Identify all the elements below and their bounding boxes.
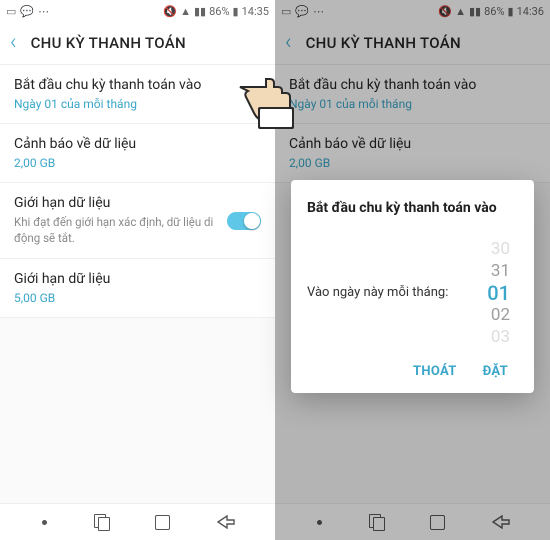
- row-subtitle: 2,00 GB: [14, 156, 261, 170]
- battery-icon: ▮: [233, 6, 239, 17]
- row-data-limit-value[interactable]: Giới hạn dữ liệu 5,00 GB: [0, 259, 275, 318]
- row-subtitle: 5,00 GB: [14, 291, 261, 305]
- row-title: Giới hạn dữ liệu: [14, 271, 261, 287]
- page-title: CHU KỲ THANH TOÁN: [31, 34, 186, 52]
- battery-text: 86%: [209, 6, 229, 17]
- wifi-icon: ▲: [180, 6, 191, 17]
- clock-text: 14:35: [242, 6, 269, 17]
- nav-home-button[interactable]: [155, 515, 170, 530]
- nav-bar: [0, 503, 275, 540]
- row-data-limit-toggle[interactable]: Giới hạn dữ liệu Khi đạt đến giới hạn xá…: [0, 183, 275, 259]
- bubble-icon: ⋯: [38, 6, 49, 17]
- wheel-item: 30: [462, 238, 518, 260]
- wheel-item: 02: [462, 304, 518, 326]
- nav-back-button[interactable]: [217, 515, 233, 529]
- row-subtitle: Ngày 01 của mỗi tháng: [14, 97, 261, 111]
- row-description: Khi đạt đến giới hạn xác định, dữ liệu d…: [14, 215, 217, 246]
- signal-icon: ▮▮: [194, 6, 206, 17]
- row-title: Giới hạn dữ liệu: [14, 195, 217, 211]
- status-bar: ▭ 💬 ⋯ 🔇 ▲ ▮▮ 86% ▮ 14:35: [0, 0, 275, 22]
- dialog-title: Bắt đầu chu kỳ thanh toán vào: [307, 200, 518, 216]
- wheel-item: 31: [462, 260, 518, 282]
- wheel-item: 03: [462, 326, 518, 348]
- row-title: Cảnh báo về dữ liệu: [14, 136, 261, 152]
- dialog-cancel-button[interactable]: THOÁT: [413, 364, 457, 379]
- notif-icon: ▭: [6, 6, 16, 17]
- dialog-label: Vào ngày này mỗi tháng:: [307, 285, 454, 302]
- day-wheel-picker[interactable]: 30 31 01 02 03: [462, 238, 518, 348]
- nav-recents-button[interactable]: [94, 514, 108, 530]
- mute-icon: 🔇: [163, 6, 177, 17]
- back-icon[interactable]: ‹: [10, 32, 17, 54]
- app-header: ‹ CHU KỲ THANH TOÁN: [0, 22, 275, 65]
- dialog-ok-button[interactable]: ĐẶT: [483, 364, 508, 379]
- row-data-warning[interactable]: Cảnh báo về dữ liệu 2,00 GB: [0, 124, 275, 183]
- nav-dot-icon: [42, 520, 47, 525]
- row-billing-cycle[interactable]: Bắt đầu chu kỳ thanh toán vào Ngày 01 củ…: [0, 65, 275, 124]
- toggle-switch[interactable]: [227, 212, 261, 230]
- row-title: Bắt đầu chu kỳ thanh toán vào: [14, 77, 261, 93]
- billing-day-dialog: Bắt đầu chu kỳ thanh toán vào Vào ngày n…: [291, 180, 534, 393]
- wheel-item-selected: 01: [462, 282, 518, 304]
- chat-icon: 💬: [20, 6, 34, 17]
